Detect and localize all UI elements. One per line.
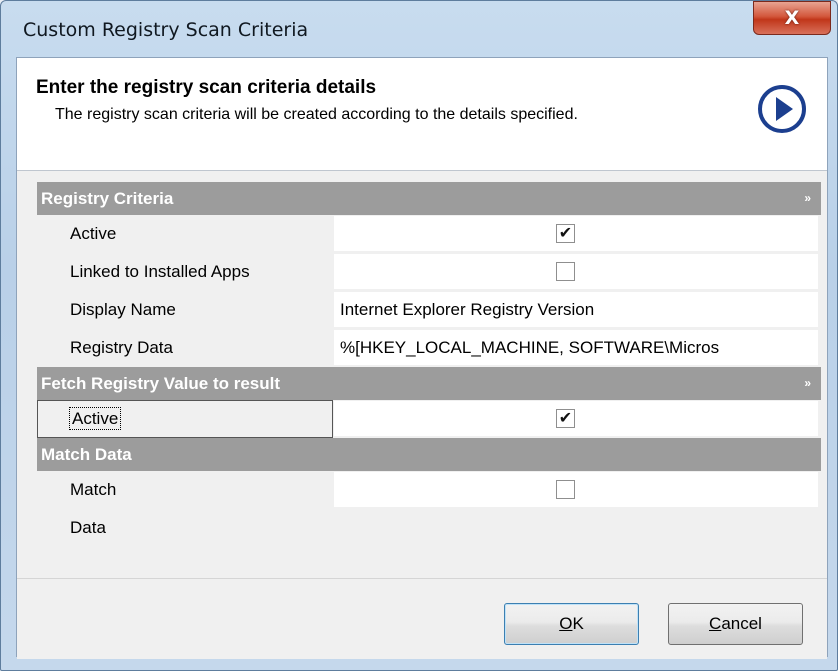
property-label: Match (70, 480, 117, 499)
close-icon: X (784, 7, 800, 29)
linked-apps-checkbox[interactable] (556, 262, 575, 281)
match-checkbox[interactable] (556, 480, 575, 499)
checkmark-icon: ✔ (558, 225, 573, 242)
property-value[interactable]: ✔ (334, 401, 818, 437)
property-label: Active (70, 224, 117, 243)
category-registry-criteria[interactable]: Registry Criteria » (37, 182, 821, 215)
window-title: Custom Registry Scan Criteria (23, 19, 309, 41)
property-label: Active (68, 400, 326, 438)
header-description: The registry scan criteria will be creat… (55, 106, 578, 123)
header-title: Enter the registry scan criteria details (36, 77, 377, 98)
cancel-mnemonic: C (709, 614, 722, 633)
collapse-chevron-icon[interactable]: » (804, 182, 811, 215)
wizard-header: Enter the registry scan criteria details… (17, 58, 827, 171)
property-label: Linked to Installed Apps (70, 262, 250, 281)
title-bar[interactable]: Custom Registry Scan Criteria X (1, 1, 837, 61)
property-row-active[interactable]: Active ✔ (37, 215, 821, 253)
property-row-fetch-active[interactable]: Active ✔ (37, 400, 821, 438)
property-value[interactable]: ✔ (334, 216, 818, 252)
focused-label-text: Active (68, 407, 122, 430)
collapse-chevron-icon[interactable]: » (804, 367, 811, 400)
data-field (334, 510, 818, 546)
category-fetch-registry-value[interactable]: Fetch Registry Value to result » (37, 367, 821, 400)
property-row-match[interactable]: Match (37, 471, 821, 509)
ok-button[interactable]: OK (504, 603, 639, 645)
display-name-field[interactable]: Internet Explorer Registry Version (334, 292, 818, 328)
arrow-circle-right-icon (758, 85, 806, 133)
property-label: Data (70, 518, 106, 537)
category-label: Registry Criteria (41, 189, 174, 208)
dialog-client-area: Enter the registry scan criteria details… (16, 57, 828, 659)
dialog-window: Custom Registry Scan Criteria X Enter th… (0, 0, 838, 671)
fetch-active-checkbox[interactable]: ✔ (556, 409, 575, 428)
cancel-button[interactable]: Cancel (668, 603, 803, 645)
property-row-linked-apps[interactable]: Linked to Installed Apps (37, 253, 821, 291)
category-match-data[interactable]: Match Data (37, 438, 821, 471)
cancel-label-rest: ancel (721, 614, 762, 633)
property-row-display-name[interactable]: Display Name Internet Explorer Registry … (37, 291, 821, 329)
active-checkbox[interactable]: ✔ (556, 224, 575, 243)
property-grid: Registry Criteria » Active ✔ Linked to I… (37, 182, 821, 582)
category-label: Fetch Registry Value to result (41, 374, 281, 393)
property-value[interactable] (334, 472, 818, 508)
property-label: Display Name (70, 300, 176, 319)
property-value[interactable] (334, 254, 818, 290)
category-label: Match Data (41, 445, 132, 464)
registry-data-field[interactable]: %[HKEY_LOCAL_MACHINE, SOFTWARE\Micros (334, 330, 818, 366)
close-button[interactable]: X (753, 1, 831, 35)
ok-label-rest: K (572, 614, 584, 633)
property-label: Registry Data (70, 338, 173, 357)
property-row-data: Data (37, 509, 821, 547)
ok-mnemonic: O (559, 614, 573, 633)
dialog-footer: OK Cancel (17, 578, 827, 659)
property-row-registry-data[interactable]: Registry Data %[HKEY_LOCAL_MACHINE, SOFT… (37, 329, 821, 367)
checkmark-icon: ✔ (558, 410, 573, 427)
